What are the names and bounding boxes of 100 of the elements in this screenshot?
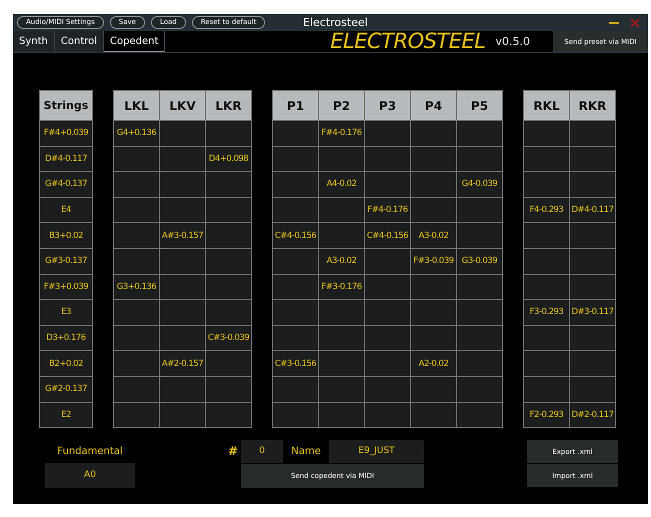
table-cell[interactable]: G4+0.136 (114, 121, 159, 146)
table-cell[interactable] (114, 326, 159, 350)
table-cell[interactable] (160, 274, 205, 300)
table-cell[interactable] (206, 172, 251, 197)
table-cell[interactable] (365, 248, 410, 274)
table-cell[interactable] (160, 121, 205, 146)
table-cell[interactable] (160, 198, 205, 222)
table-cell[interactable] (524, 376, 569, 402)
table-cell[interactable] (570, 274, 615, 300)
table-cell[interactable] (319, 326, 364, 350)
table-cell[interactable] (524, 172, 569, 197)
table-cell[interactable] (273, 274, 318, 300)
table-cell[interactable]: E2 (40, 402, 92, 428)
table-cell[interactable] (411, 402, 456, 428)
table-cell[interactable] (273, 121, 318, 146)
table-cell[interactable]: C#3-0.039 (206, 326, 251, 350)
table-cell[interactable]: F#4+0.039 (40, 121, 92, 146)
table-cell[interactable] (114, 198, 159, 222)
table-cell[interactable] (411, 198, 456, 222)
table-cell[interactable] (160, 300, 205, 325)
table-cell[interactable] (319, 402, 364, 428)
table-cell[interactable]: A#2-0.157 (160, 351, 205, 376)
table-cell[interactable]: G#4-0.137 (40, 172, 92, 197)
table-cell[interactable] (114, 402, 159, 428)
table-cell[interactable] (365, 146, 410, 172)
table-cell[interactable] (457, 326, 502, 350)
table-cell[interactable] (411, 326, 456, 350)
table-cell[interactable]: G3-0.039 (457, 248, 502, 274)
table-cell[interactable] (273, 402, 318, 428)
table-cell[interactable] (114, 223, 159, 248)
table-cell[interactable] (319, 300, 364, 325)
table-cell[interactable] (160, 376, 205, 402)
table-cell[interactable] (524, 248, 569, 274)
number-field[interactable]: 0 (241, 440, 283, 464)
table-cell[interactable] (457, 223, 502, 248)
table-cell[interactable] (457, 300, 502, 325)
table-cell[interactable]: G#2-0.137 (40, 376, 92, 402)
tab[interactable]: Synth (13, 31, 55, 52)
table-cell[interactable] (570, 248, 615, 274)
table-cell[interactable] (160, 146, 205, 172)
table-cell[interactable] (206, 300, 251, 325)
table-cell[interactable] (206, 223, 251, 248)
table-cell[interactable] (160, 402, 205, 428)
table-cell[interactable] (273, 300, 318, 325)
table-cell[interactable]: B3+0.02 (40, 223, 92, 248)
tab[interactable]: Copedent (104, 31, 166, 52)
table-cell[interactable] (365, 274, 410, 300)
table-cell[interactable] (570, 172, 615, 197)
table-cell[interactable] (114, 376, 159, 402)
table-cell[interactable]: D#4-0.117 (570, 198, 615, 222)
table-cell[interactable]: D#4-0.117 (40, 146, 92, 172)
table-cell[interactable] (273, 376, 318, 402)
table-cell[interactable] (160, 172, 205, 197)
table-cell[interactable] (570, 146, 615, 172)
table-cell[interactable]: E4 (40, 198, 92, 222)
table-cell[interactable] (457, 351, 502, 376)
table-cell[interactable]: F#3+0.039 (40, 274, 92, 300)
table-cell[interactable] (411, 172, 456, 197)
table-cell[interactable] (411, 146, 456, 172)
table-cell[interactable] (273, 172, 318, 197)
table-cell[interactable]: D3+0.176 (40, 326, 92, 350)
table-cell[interactable] (457, 274, 502, 300)
table-cell[interactable] (365, 376, 410, 402)
table-cell[interactable] (273, 146, 318, 172)
table-cell[interactable] (273, 326, 318, 350)
table-cell[interactable] (365, 351, 410, 376)
table-cell[interactable]: F#4-0.176 (365, 198, 410, 222)
table-cell[interactable]: G#3-0.137 (40, 248, 92, 274)
table-cell[interactable] (570, 121, 615, 146)
table-cell[interactable] (570, 326, 615, 350)
table-cell[interactable] (457, 146, 502, 172)
table-cell[interactable]: A2-0.02 (411, 351, 456, 376)
table-cell[interactable] (273, 198, 318, 222)
table-cell[interactable]: B2+0.02 (40, 351, 92, 376)
table-cell[interactable] (206, 402, 251, 428)
table-cell[interactable]: F#3-0.176 (319, 274, 364, 300)
table-cell[interactable] (411, 300, 456, 325)
table-cell[interactable] (206, 351, 251, 376)
table-cell[interactable]: A3-0.02 (319, 248, 364, 274)
table-cell[interactable] (524, 351, 569, 376)
table-cell[interactable]: C#3-0.156 (273, 351, 318, 376)
table-cell[interactable] (206, 121, 251, 146)
table-cell[interactable] (411, 376, 456, 402)
table-cell[interactable] (206, 376, 251, 402)
table-cell[interactable] (411, 274, 456, 300)
fundamental-field[interactable]: A0 (45, 463, 135, 488)
table-cell[interactable] (160, 326, 205, 350)
tab[interactable]: Control (54, 31, 104, 52)
table-cell[interactable]: F#3-0.039 (411, 248, 456, 274)
table-cell[interactable] (570, 376, 615, 402)
table-cell[interactable] (114, 300, 159, 325)
table-cell[interactable] (524, 223, 569, 248)
close-icon[interactable] (630, 18, 640, 28)
table-cell[interactable]: D#2-0.117 (570, 402, 615, 428)
table-cell[interactable] (524, 274, 569, 300)
name-field[interactable]: E9_JUST (329, 440, 424, 464)
table-cell[interactable] (570, 351, 615, 376)
table-cell[interactable]: C#4-0.156 (365, 223, 410, 248)
table-cell[interactable] (524, 326, 569, 350)
table-cell[interactable]: E3 (40, 300, 92, 325)
